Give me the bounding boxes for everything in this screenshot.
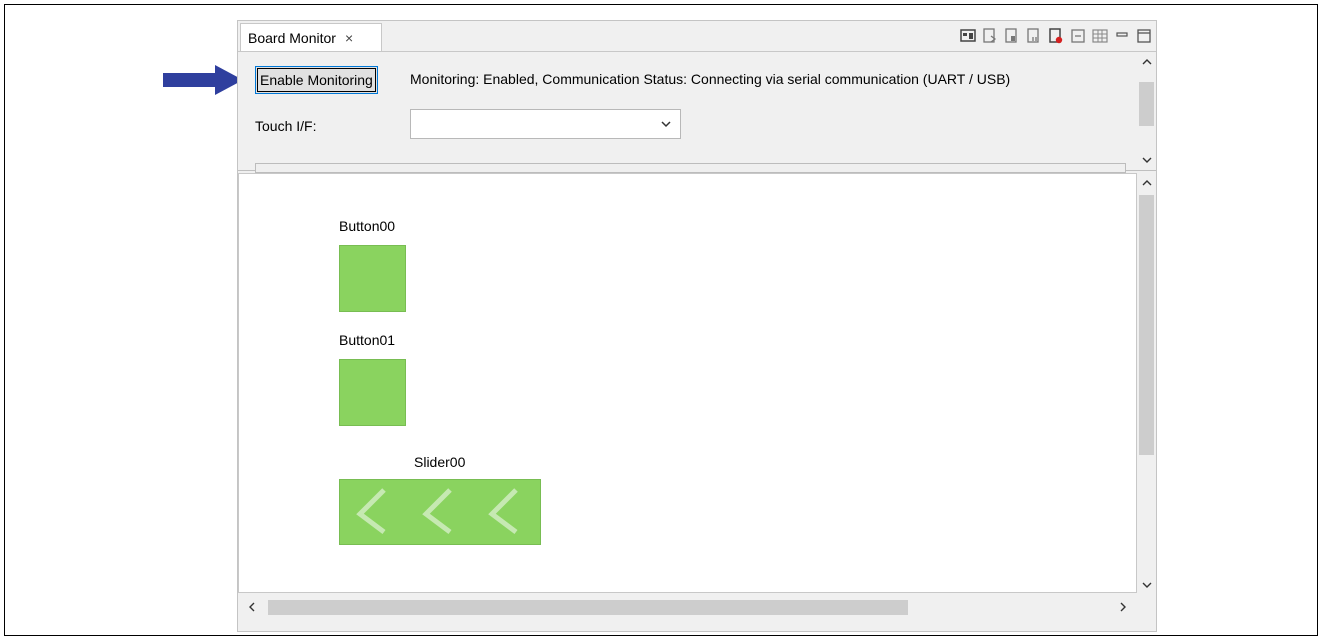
view-tab-bar: Board Monitor × bbox=[238, 21, 1156, 52]
minimize-icon[interactable] bbox=[1114, 28, 1130, 44]
monitor-canvas: Button00 Button01 Slider00 bbox=[238, 173, 1137, 593]
canvas-horizontal-scrollbar[interactable] bbox=[238, 597, 1137, 617]
view-toolbar bbox=[960, 24, 1152, 48]
step-icon[interactable] bbox=[1004, 28, 1020, 44]
tab-board-monitor[interactable]: Board Monitor × bbox=[240, 23, 382, 51]
step-in-icon[interactable] bbox=[982, 28, 998, 44]
progress-bar bbox=[255, 163, 1126, 173]
touch-if-label: Touch I/F: bbox=[255, 118, 317, 134]
scroll-left-icon[interactable] bbox=[242, 599, 261, 615]
close-icon[interactable]: × bbox=[345, 30, 353, 46]
scroll-up-icon[interactable] bbox=[1137, 175, 1156, 191]
scroll-down-icon[interactable] bbox=[1137, 577, 1156, 593]
scroll-right-icon[interactable] bbox=[1113, 599, 1132, 615]
board-monitor-view: Board Monitor × Enable Monitoring Monito… bbox=[237, 20, 1157, 632]
button01-label: Button01 bbox=[339, 332, 396, 348]
scrollbar-thumb[interactable] bbox=[1139, 195, 1154, 455]
tab-title: Board Monitor bbox=[248, 29, 336, 46]
slider00-widget[interactable] bbox=[339, 479, 541, 545]
record-icon[interactable] bbox=[1048, 28, 1064, 44]
scrollbar-thumb[interactable] bbox=[268, 600, 908, 615]
top-panel-scrollbar[interactable] bbox=[1137, 52, 1156, 170]
scrollbar-thumb[interactable] bbox=[1139, 82, 1154, 126]
slider00-label: Slider00 bbox=[414, 454, 466, 470]
pointer-arrow-icon bbox=[163, 65, 243, 95]
button00-widget[interactable] bbox=[339, 245, 406, 312]
enable-monitoring-button[interactable]: Enable Monitoring bbox=[255, 66, 378, 94]
monitor-view-icon[interactable] bbox=[960, 28, 976, 44]
chevron-down-icon bbox=[661, 121, 671, 128]
button00-label: Button00 bbox=[339, 218, 396, 234]
canvas-vertical-scrollbar[interactable] bbox=[1137, 173, 1156, 597]
scroll-down-icon[interactable] bbox=[1137, 152, 1156, 168]
slider-chevrons-icon bbox=[356, 488, 518, 534]
touch-if-select[interactable] bbox=[410, 109, 681, 139]
step-out-icon[interactable] bbox=[1026, 28, 1042, 44]
scroll-up-icon[interactable] bbox=[1137, 54, 1156, 70]
maximize-icon[interactable] bbox=[1136, 28, 1152, 44]
monitoring-status-text: Monitoring: Enabled, Communication Statu… bbox=[410, 71, 1011, 87]
monitor-control-panel: Enable Monitoring Monitoring: Enabled, C… bbox=[238, 52, 1156, 173]
collapse-icon[interactable] bbox=[1070, 28, 1086, 44]
button01-widget[interactable] bbox=[339, 359, 406, 426]
table-icon[interactable] bbox=[1092, 28, 1108, 44]
